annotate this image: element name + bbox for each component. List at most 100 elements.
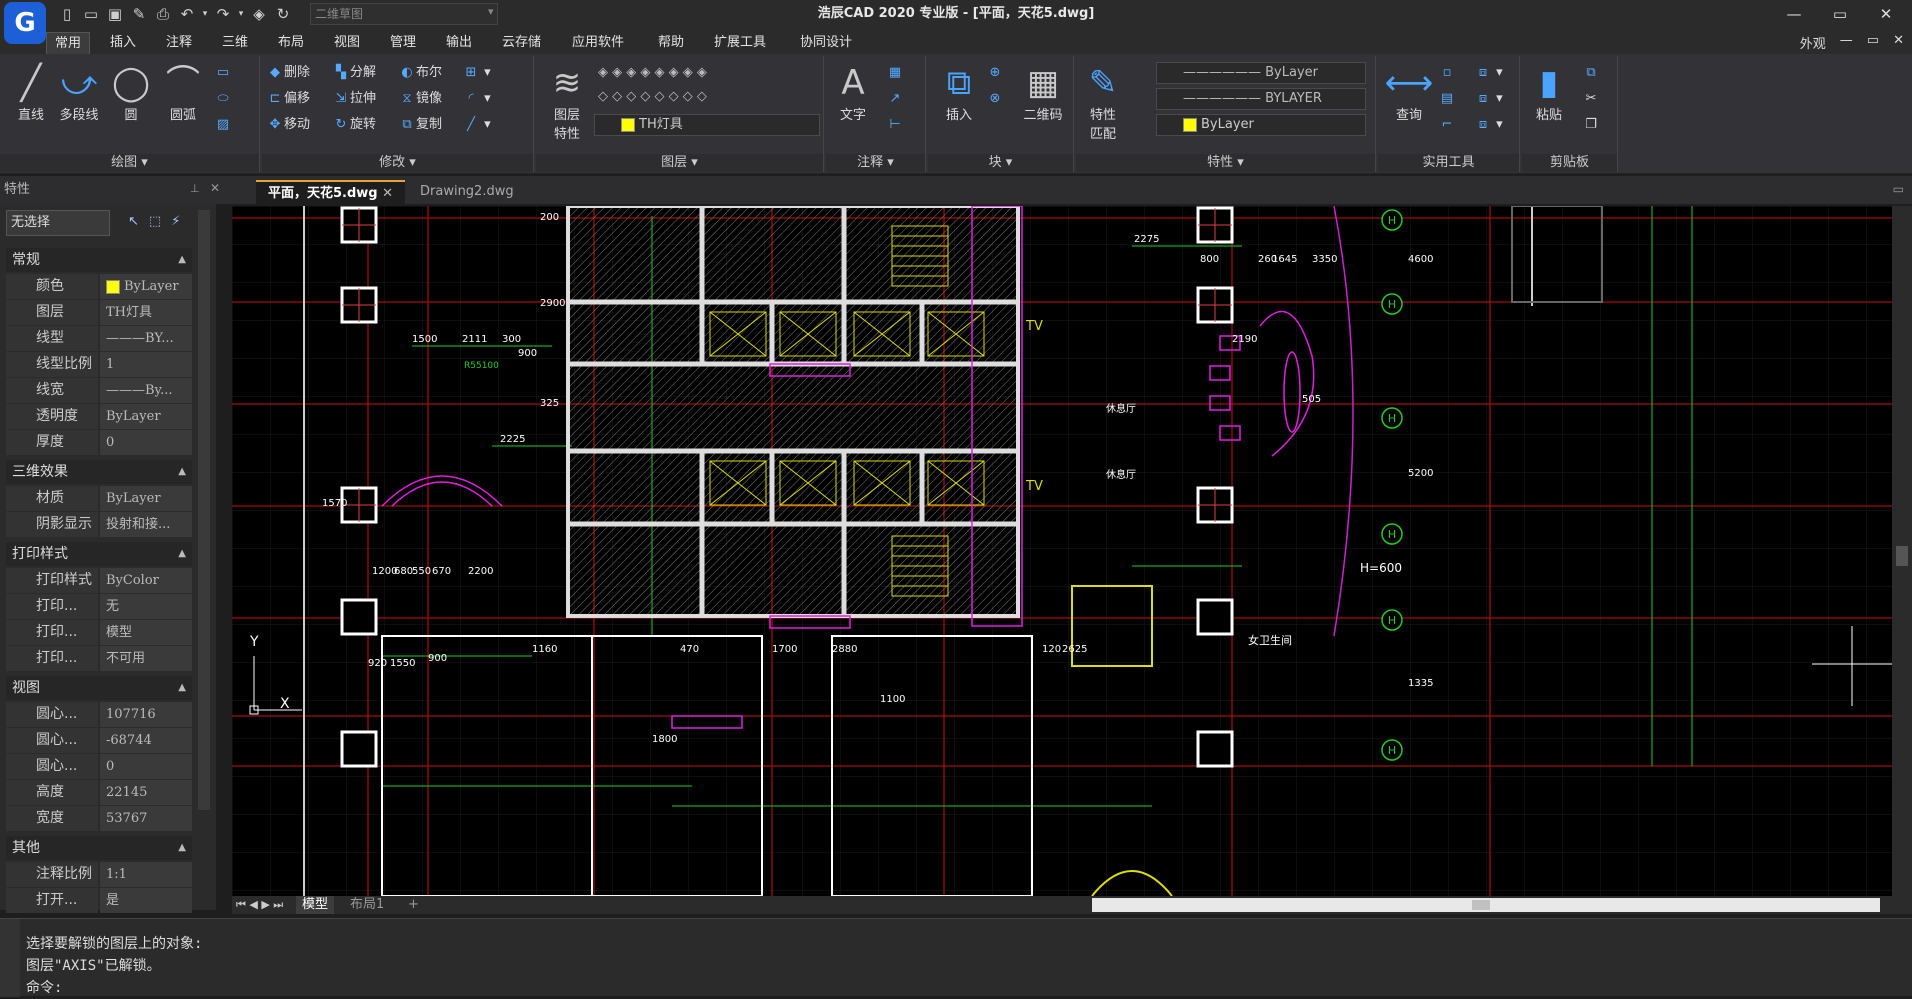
prop-row-layer[interactable]: 图层 TH灯具 — [6, 300, 192, 326]
canvas-vertical-scrollbar[interactable] — [1892, 206, 1912, 896]
prop-row-plot-attached[interactable]: 打印... 模型 — [6, 620, 192, 646]
tab-insert[interactable]: 插入 — [102, 32, 144, 54]
section-plot-style[interactable]: 打印样式 ▲ — [6, 542, 192, 566]
qrcode-button[interactable]: ▦ 二维码 — [1016, 62, 1070, 123]
prop-row-annotation-scale[interactable]: 注释比例 1:1 — [6, 862, 192, 888]
section-3d-effects[interactable]: 三维效果 ▲ — [6, 460, 192, 484]
current-layer-select[interactable]: TH灯具 — [594, 114, 820, 136]
cut-button[interactable]: ✂ — [1582, 88, 1600, 110]
select-all-button[interactable]: ▫ — [1438, 62, 1456, 84]
clipboard-panel-label[interactable]: 剪贴板 — [1522, 154, 1617, 172]
insert-block-button[interactable]: ⧉ 插入 — [932, 62, 986, 123]
appearance-menu[interactable]: 外观 — [1800, 33, 1826, 52]
color-select[interactable]: ByLayer — [1156, 114, 1366, 136]
boolean-button[interactable]: ◐ 布尔 — [398, 62, 442, 84]
tab-drawing2[interactable]: Drawing2.dwg — [408, 180, 526, 204]
doc-restore-button[interactable]: ▭ — [1867, 33, 1879, 52]
group-button[interactable]: ⧈ ▾ — [1474, 62, 1503, 84]
chevron-down-icon[interactable]: ▾ — [488, 5, 494, 18]
tab-view[interactable]: 视图 — [326, 32, 368, 54]
rotate-button[interactable]: ↻ 旋转 — [332, 114, 376, 136]
doc-close-button[interactable]: ✕ — [1893, 33, 1904, 52]
minimize-button[interactable]: — — [1774, 2, 1814, 26]
layer-tools-row-1[interactable]: ◈ ◈ ◈ ◈ ◈ ◈ ◈ ◈ — [598, 62, 707, 84]
dimension-button[interactable]: ⊢ — [886, 114, 904, 136]
draw-panel-label[interactable]: 绘图 ▾ — [0, 154, 259, 172]
prop-row-center-y[interactable]: 圆心... -68744 — [6, 728, 192, 754]
section-misc[interactable]: 其他 ▲ — [6, 836, 192, 860]
prop-row-linetype-scale[interactable]: 线型比例 1 — [6, 352, 192, 378]
tab-layout[interactable]: 布局 — [270, 32, 312, 54]
pin-icon[interactable]: ⊥ — [190, 182, 200, 195]
prop-row-material[interactable]: 材质 ByLayer — [6, 486, 192, 512]
edit-block-button[interactable]: ⊗ — [986, 88, 1004, 110]
lineweight-select[interactable]: —————— BYLAYER — [1156, 88, 1366, 110]
prop-row-center-x[interactable]: 圆心... 107716 — [6, 702, 192, 728]
block-panel-label[interactable]: 块 ▾ — [928, 154, 1073, 172]
layer-tools-row-2[interactable]: ◇ ◇ ◇ ◇ ◇ ◇ ◇ ◇ — [598, 86, 707, 108]
delete-button[interactable]: ◆ 删除 — [266, 62, 310, 84]
copy-clip-button[interactable]: ⧉ — [1582, 62, 1600, 84]
drawing-canvas[interactable]: H H H H H H 1500 2111 300 900 2225 1570 … — [232, 206, 1892, 896]
create-block-button[interactable]: ⊕ — [986, 62, 1004, 84]
fillet-button[interactable]: ◜ ▾ — [462, 88, 490, 110]
workspace-select[interactable]: 二维草图 — [310, 3, 498, 25]
doc-minimize-button[interactable]: — — [1840, 33, 1853, 52]
redo-icon[interactable]: ↷ — [212, 3, 234, 25]
point-button[interactable]: ⌐ — [1438, 114, 1456, 136]
tab-active-drawing[interactable]: 平面，天花5.dwg ✕ — [256, 180, 406, 204]
array-button[interactable]: ⊞ ▾ — [462, 62, 491, 84]
tab-home[interactable]: 常用 — [46, 32, 91, 54]
select-objects-icon[interactable]: ⬚ — [149, 214, 161, 229]
prop-row-transparency[interactable]: 透明度 ByLayer — [6, 404, 192, 430]
quick-select-icon[interactable]: ⚡ — [171, 214, 180, 229]
polyline-button[interactable]: ⤻ 多段线 — [52, 62, 106, 123]
tab-add-layout[interactable]: + — [402, 896, 425, 914]
tab-manage[interactable]: 管理 — [382, 32, 424, 54]
trim-button[interactable]: ╱ ▾ — [462, 114, 491, 136]
print-icon[interactable]: ⎙ — [152, 3, 174, 25]
match-properties-button[interactable]: ✎ 特性 匹配 — [1076, 62, 1130, 142]
redo-dropdown-icon[interactable]: ▾ — [236, 3, 246, 25]
tab-annotate[interactable]: 注释 — [158, 32, 200, 54]
palette-close-icon[interactable]: ✕ — [210, 181, 220, 195]
save-icon[interactable]: ▣ — [104, 3, 126, 25]
tab-help[interactable]: 帮助 — [650, 32, 692, 54]
tab-model[interactable]: 模型 — [296, 896, 335, 914]
command-window-handle[interactable] — [0, 919, 20, 997]
tab-close-icon[interactable]: ✕ — [382, 186, 393, 201]
layer-stack-icon[interactable]: ◈ — [248, 3, 270, 25]
layout-nav-arrows[interactable]: ⏮ ◀ ▶ ⏭ — [236, 896, 283, 914]
tab-output[interactable]: 输出 — [438, 32, 480, 54]
offset-button[interactable]: ⊏ 偏移 — [266, 88, 310, 110]
prop-row-shadow[interactable]: 阴影显示 投射和接... — [6, 512, 192, 538]
prop-row-ucs-icon[interactable]: 打开... 是 — [6, 888, 192, 914]
mirror-button[interactable]: ⧖ 镜像 — [398, 88, 442, 110]
copy-base-button[interactable]: ❐ — [1582, 114, 1600, 136]
arc-button[interactable]: ⌒ 圆弧 — [156, 62, 210, 123]
scroll-thumb[interactable] — [1472, 900, 1490, 910]
table-button[interactable]: ▦ — [886, 62, 904, 84]
hatch-button[interactable]: ▨ — [214, 114, 232, 136]
app-logo[interactable]: G — [4, 2, 46, 44]
explode-button[interactable]: ▚ 分解 — [332, 62, 376, 84]
prop-row-width[interactable]: 宽度 53767 — [6, 806, 192, 832]
prop-row-plot-type[interactable]: 打印... 不可用 — [6, 646, 192, 672]
tab-collaborative-design[interactable]: 协同设计 — [792, 32, 860, 54]
layer-panel-label[interactable]: 图层 ▾ — [536, 154, 823, 172]
isolate-button[interactable]: ⧈ ▾ — [1474, 88, 1503, 110]
leader-button[interactable]: ↗ — [886, 88, 904, 110]
close-button[interactable]: ✕ — [1866, 2, 1906, 26]
linetype-select[interactable]: —————— ByLayer — [1156, 62, 1366, 84]
utilities-panel-label[interactable]: 实用工具 — [1378, 154, 1519, 172]
paste-button[interactable]: ▮ 粘贴 — [1522, 62, 1576, 123]
new-file-icon[interactable]: ▯ — [56, 3, 78, 25]
section-general[interactable]: 常规 ▲ — [6, 248, 192, 272]
tab-3d[interactable]: 三维 — [214, 32, 256, 54]
prop-row-color[interactable]: 颜色 ByLayer — [6, 274, 192, 300]
prop-row-height[interactable]: 高度 22145 — [6, 780, 192, 806]
text-button[interactable]: A 文字 — [826, 62, 880, 123]
toggle-pickadd-icon[interactable]: ↖ — [128, 214, 139, 229]
prop-row-plot-style[interactable]: 打印样式 ByColor — [6, 568, 192, 594]
rectangle-button[interactable]: ▭ — [214, 62, 232, 84]
